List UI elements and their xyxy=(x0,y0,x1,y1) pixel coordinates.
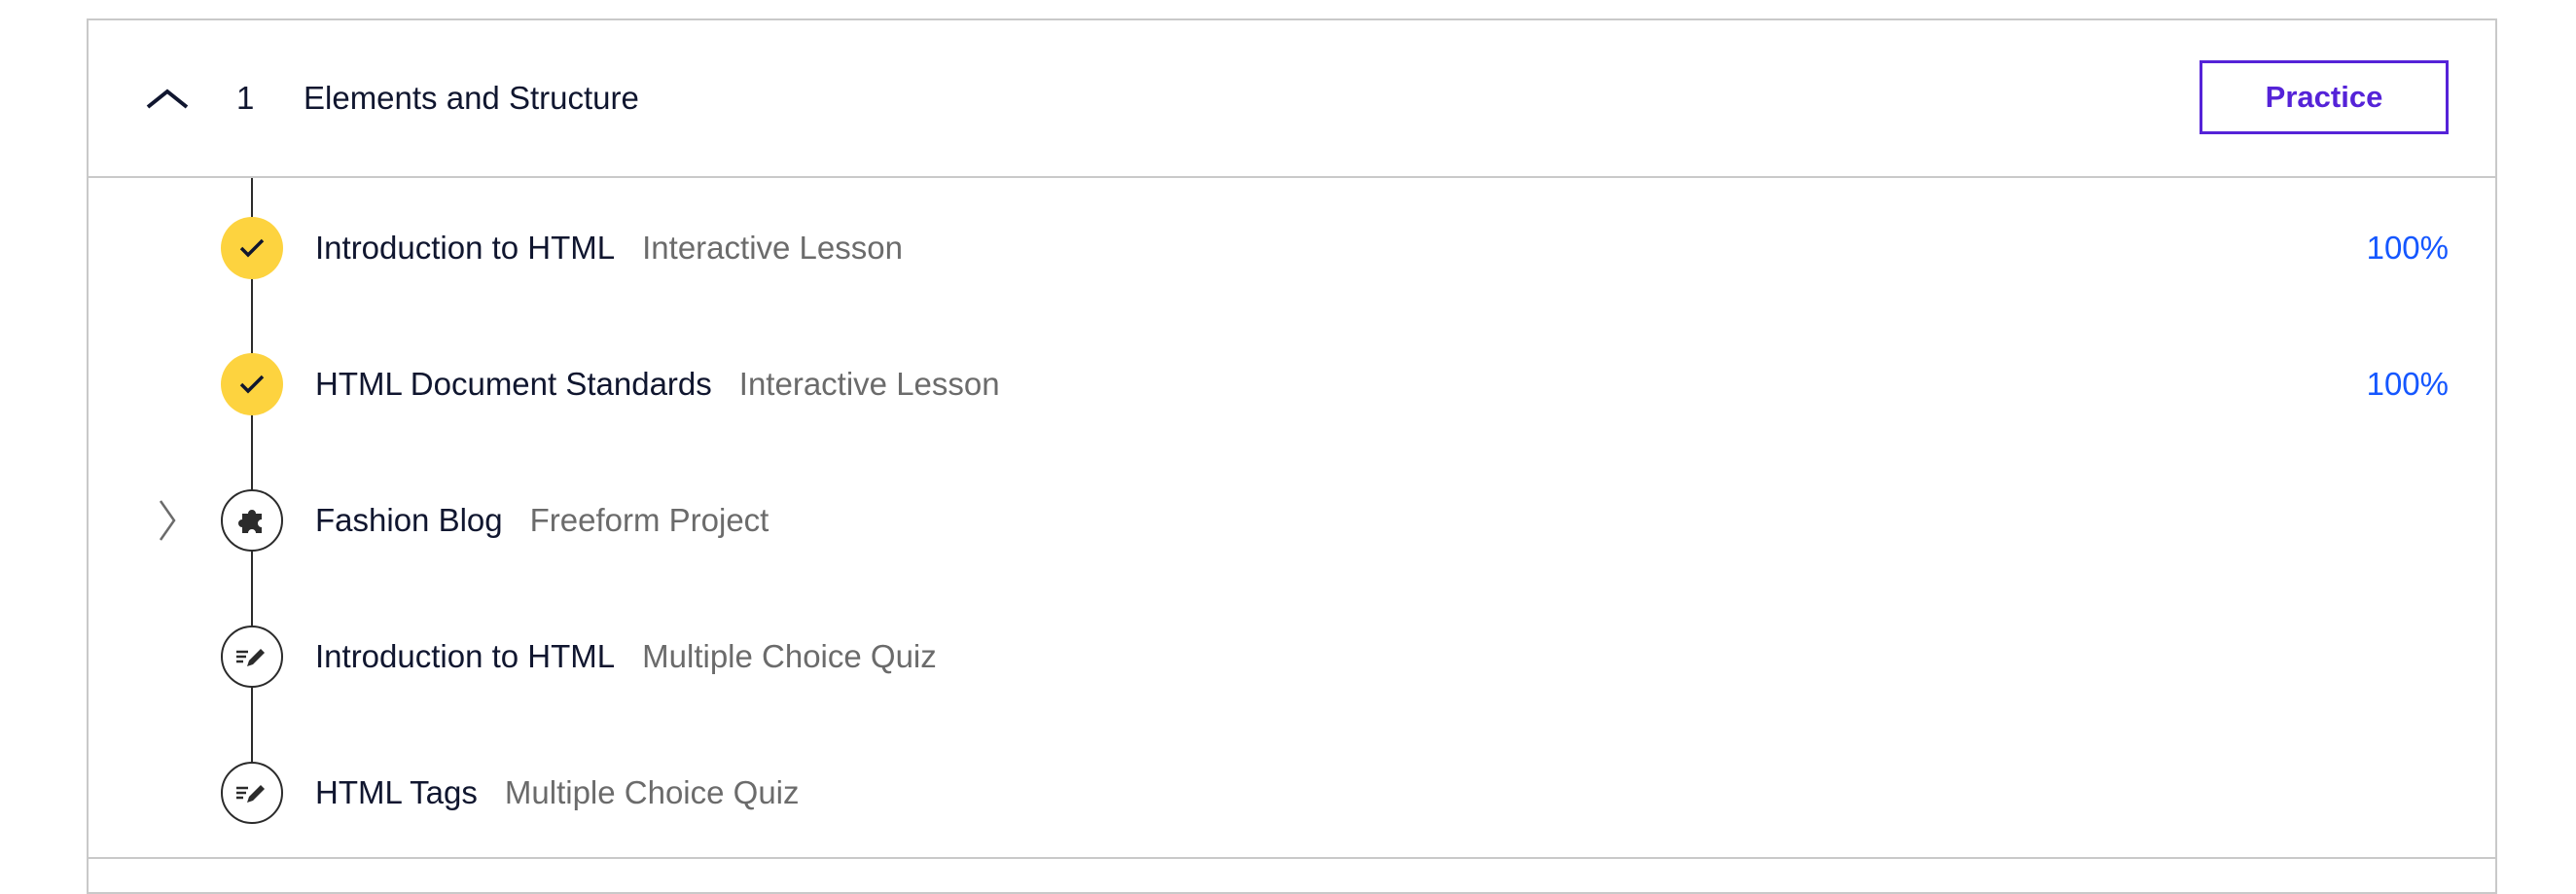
item-name: Introduction to HTML xyxy=(315,638,616,674)
divider xyxy=(89,857,2495,859)
item-progress: 100% xyxy=(2366,230,2449,266)
checkmark-icon xyxy=(221,217,283,279)
item-type: Interactive Lesson xyxy=(738,366,1000,402)
syllabus-module: 1 Elements and Structure Practice Introd… xyxy=(87,18,2497,894)
item-name: Introduction to HTML xyxy=(315,230,616,266)
module-title: Elements and Structure xyxy=(304,80,639,116)
practice-button[interactable]: Practice xyxy=(2200,60,2449,134)
checkmark-icon xyxy=(221,353,283,415)
list-item[interactable]: HTML Document Standards Interactive Lesso… xyxy=(89,336,2495,433)
item-title[interactable]: HTML Tags Multiple Choice Quiz xyxy=(315,771,800,814)
list-item[interactable]: Fashion Blog Freeform Project xyxy=(89,472,2495,569)
chevron-right-icon[interactable] xyxy=(153,495,182,546)
item-title[interactable]: Introduction to HTML Interactive Lesson xyxy=(315,227,903,269)
item-name: Fashion Blog xyxy=(315,502,503,538)
item-type: Interactive Lesson xyxy=(642,230,903,266)
item-type: Multiple Choice Quiz xyxy=(504,774,800,810)
item-name: HTML Tags xyxy=(315,774,478,810)
item-title[interactable]: Fashion Blog Freeform Project xyxy=(315,499,769,542)
module-number: 1 xyxy=(236,80,255,116)
item-type: Multiple Choice Quiz xyxy=(642,638,937,674)
list-item[interactable]: Introduction to HTML Multiple Choice Quiz xyxy=(89,608,2495,705)
item-title[interactable]: Introduction to HTML Multiple Choice Quiz xyxy=(315,635,937,678)
puzzle-icon xyxy=(221,489,283,552)
item-name: HTML Document Standards xyxy=(315,366,712,402)
quiz-pencil-icon xyxy=(221,626,283,688)
list-item[interactable]: HTML Tags Multiple Choice Quiz xyxy=(89,744,2495,841)
quiz-pencil-icon xyxy=(221,762,283,824)
item-progress: 100% xyxy=(2366,366,2449,402)
list-item[interactable]: Introduction to HTML Interactive Lesson 1… xyxy=(89,199,2495,297)
item-title[interactable]: HTML Document Standards Interactive Lesso… xyxy=(315,363,1000,406)
chevron-up-icon[interactable] xyxy=(143,79,192,118)
module-header[interactable]: 1 Elements and Structure Practice xyxy=(89,20,2495,178)
item-type: Freeform Project xyxy=(529,502,769,538)
